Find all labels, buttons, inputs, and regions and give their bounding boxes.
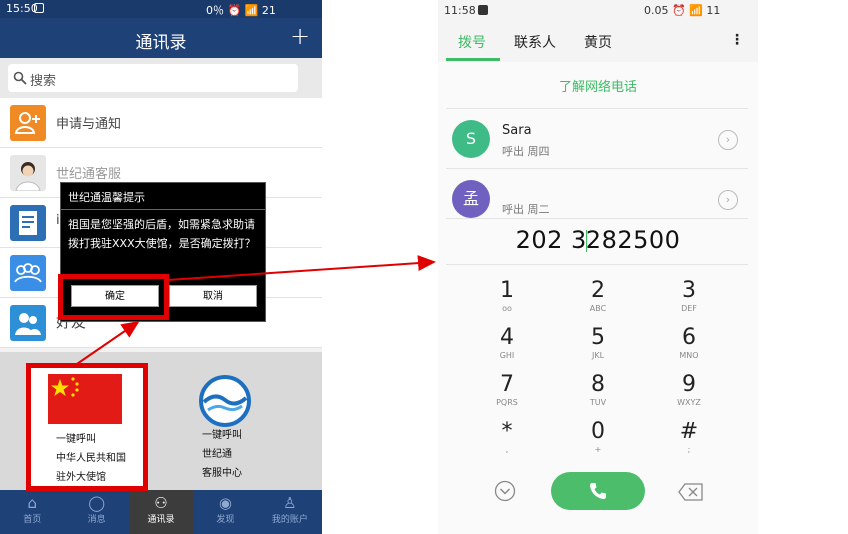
notification-icon	[478, 5, 488, 15]
tab-dial[interactable]: 拨号	[458, 32, 486, 52]
key-digit: 7	[500, 372, 514, 397]
number-part: 282500	[585, 226, 681, 254]
key-digit: 5	[591, 325, 605, 350]
contact-name: Sara	[502, 123, 532, 138]
dial-keypad: 1 oo 2 ABC 3 DEF 4 GHI 5 JKL 6 MNO 7 PQRS 8 TUV …	[462, 278, 734, 466]
divider	[446, 218, 748, 219]
dialer-tabs: 拨号 联系人 黄页 ⋮	[438, 22, 758, 62]
key-letters: ABC	[589, 304, 607, 313]
key-digit: 0	[591, 419, 605, 444]
key-9[interactable]: 9 WXYZ	[644, 372, 734, 418]
key-digit: 6	[682, 325, 696, 350]
key-digit: 1	[500, 278, 514, 303]
key-digit: 4	[500, 325, 514, 350]
key-letters: TUV	[589, 398, 607, 407]
key-5[interactable]: 5 JKL	[553, 325, 643, 371]
key-letters: ;	[687, 445, 691, 454]
key-6[interactable]: 6 MNO	[644, 325, 734, 371]
key-digit: *	[501, 419, 513, 444]
right-phone-screen: 11:58 0.05 ⏰ 📶 11 拨号 联系人 黄页 ⋮ 了解网络电话 S S…	[438, 0, 758, 534]
key-digit: 9	[682, 372, 696, 397]
key-letters: WXYZ	[677, 398, 701, 407]
number-part: 202 3	[515, 226, 587, 254]
key-hash[interactable]: #;	[644, 419, 734, 465]
dialed-number[interactable]: 202 3282500	[438, 226, 758, 254]
divider	[446, 168, 748, 169]
key-digit: 3	[682, 278, 696, 303]
key-letters: PQRS	[496, 398, 518, 407]
active-tab-indicator	[446, 58, 500, 61]
status-time: 11:58	[444, 4, 476, 17]
divider	[446, 108, 748, 109]
key-letters: JKL	[591, 351, 605, 360]
key-digit: #	[679, 419, 699, 444]
phone-icon	[590, 483, 606, 499]
key-0[interactable]: 0 +	[553, 419, 643, 465]
key-8[interactable]: 8 TUV	[553, 372, 643, 418]
divider	[446, 264, 748, 265]
key-2[interactable]: 2 ABC	[553, 278, 643, 324]
network-call-link[interactable]: 了解网络电话	[438, 76, 758, 95]
voicemail-icon: oo	[502, 304, 512, 313]
tab-yellow-pages[interactable]: 黄页	[584, 32, 612, 52]
call-button[interactable]	[551, 472, 645, 510]
key-letters: DEF	[681, 304, 697, 313]
status-indicators: 0.05 ⏰ 📶 11	[644, 4, 721, 17]
avatar: S	[452, 120, 490, 158]
tab-contacts[interactable]: 联系人	[514, 32, 556, 52]
arrow-to-confirm	[73, 320, 140, 367]
key-letters: GHI	[499, 351, 515, 360]
key-digit: 8	[591, 372, 605, 397]
key-digit: 2	[591, 278, 605, 303]
key-3[interactable]: 3 DEF	[644, 278, 734, 324]
avatar: 孟	[452, 180, 490, 218]
details-chevron-icon[interactable]: ›	[718, 190, 738, 210]
key-letters: +	[594, 445, 602, 454]
key-7[interactable]: 7 PQRS	[462, 372, 552, 418]
collapse-keypad-icon[interactable]	[494, 480, 516, 502]
call-info: 呼出 周二	[502, 203, 550, 216]
call-info: 呼出 周四	[502, 145, 550, 158]
key-letters: MNO	[679, 351, 699, 360]
details-chevron-icon[interactable]: ›	[718, 130, 738, 150]
backspace-icon[interactable]	[678, 483, 704, 501]
key-1[interactable]: 1 oo	[462, 278, 552, 324]
recent-call-row[interactable]: S Sara 呼出 周四 ›	[438, 110, 758, 168]
more-menu-icon[interactable]: ⋮	[730, 32, 744, 48]
key-4[interactable]: 4 GHI	[462, 325, 552, 371]
key-star[interactable]: *,	[462, 419, 552, 465]
arrow-to-dialer	[167, 255, 436, 281]
status-bar: 11:58 0.05 ⏰ 📶 11	[438, 0, 758, 22]
key-letters: ,	[505, 445, 509, 454]
recent-call-row[interactable]: 孟 呼出 周二 ›	[438, 170, 758, 220]
